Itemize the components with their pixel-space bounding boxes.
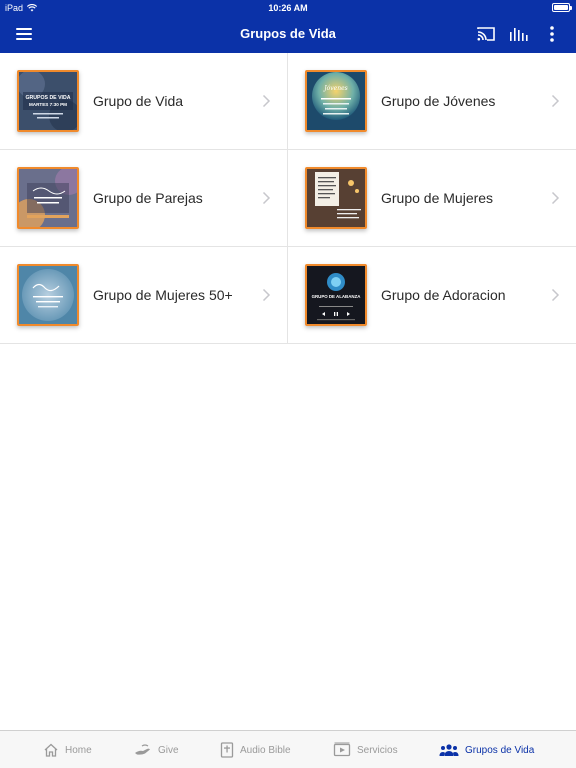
chevron-right-icon [551, 191, 560, 205]
app-root: iPad 10:26 AM Grupos de Vida GRUPOS DE V… [0, 0, 576, 768]
group-label: Grupo de Vida [93, 93, 184, 109]
group-label: Grupo de Mujeres 50+ [93, 287, 233, 303]
status-time: 10:26 AM [268, 3, 308, 13]
chevron-right-icon [551, 94, 560, 108]
battery-icon [552, 3, 572, 12]
bible-icon [220, 742, 234, 758]
thumb-caption: GRUPO DE ALABANZA [312, 294, 362, 299]
group-cell-parejas[interactable]: Grupo de Parejas [0, 150, 288, 247]
group-cell-jovenes[interactable]: Jóvenes Grupo de Jóvenes [288, 53, 576, 150]
group-thumbnail [17, 264, 79, 326]
status-bar: iPad 10:26 AM [0, 0, 576, 16]
thumb-caption: GRUPOS DE VIDA [26, 95, 71, 101]
group-thumbnail: GRUPOS DE VIDA MARTES 7:30 PM [17, 70, 79, 132]
chevron-right-icon [551, 288, 560, 302]
chevron-right-icon [262, 288, 271, 302]
group-thumbnail [305, 167, 367, 229]
tab-bar: Home Give Audio Bible Servicios Grupos d… [0, 730, 576, 768]
thumb-caption: Jóvenes [322, 85, 347, 92]
tab-label: Grupos de Vida [465, 744, 535, 756]
group-thumbnail [17, 167, 79, 229]
give-hand-icon [135, 744, 150, 755]
more-vertical-icon[interactable] [542, 24, 562, 44]
home-icon [44, 743, 58, 757]
tab-label: Servicios [357, 744, 398, 756]
audio-bars-icon[interactable] [509, 24, 529, 44]
tab-servicios[interactable]: Servicios [333, 731, 398, 768]
group-cell-vida[interactable]: GRUPOS DE VIDA MARTES 7:30 PM Grupo de V… [0, 53, 288, 150]
group-thumbnail: GRUPO DE ALABANZA [305, 264, 367, 326]
group-cell-adoracion[interactable]: GRUPO DE ALABANZA Grupo de Adoracion [288, 247, 576, 344]
group-cell-mujeres[interactable]: Grupo de Mujeres [288, 150, 576, 247]
group-label: Grupo de Parejas [93, 190, 203, 206]
chevron-right-icon [262, 191, 271, 205]
tab-label: Audio Bible [240, 744, 291, 756]
group-thumbnail: Jóvenes [305, 70, 367, 132]
group-label: Grupo de Mujeres [381, 190, 494, 206]
tab-audio-bible[interactable]: Audio Bible [220, 731, 291, 768]
video-play-icon [333, 742, 351, 757]
thumb-subcaption: MARTES 7:30 PM [29, 102, 67, 107]
cast-icon[interactable] [476, 24, 496, 44]
tab-label: Home [65, 744, 92, 756]
group-label: Grupo de Jóvenes [381, 93, 496, 109]
tab-grupos-de-vida[interactable]: Grupos de Vida [439, 731, 534, 768]
tab-home[interactable]: Home [43, 731, 92, 768]
nav-bar: Grupos de Vida [0, 16, 576, 53]
chevron-right-icon [262, 94, 271, 108]
group-label: Grupo de Adoracion [381, 287, 506, 303]
group-cell-mujeres-50[interactable]: Grupo de Mujeres 50+ [0, 247, 288, 344]
tab-label: Give [158, 744, 179, 756]
group-people-icon [439, 744, 459, 756]
tab-give[interactable]: Give [134, 731, 179, 768]
